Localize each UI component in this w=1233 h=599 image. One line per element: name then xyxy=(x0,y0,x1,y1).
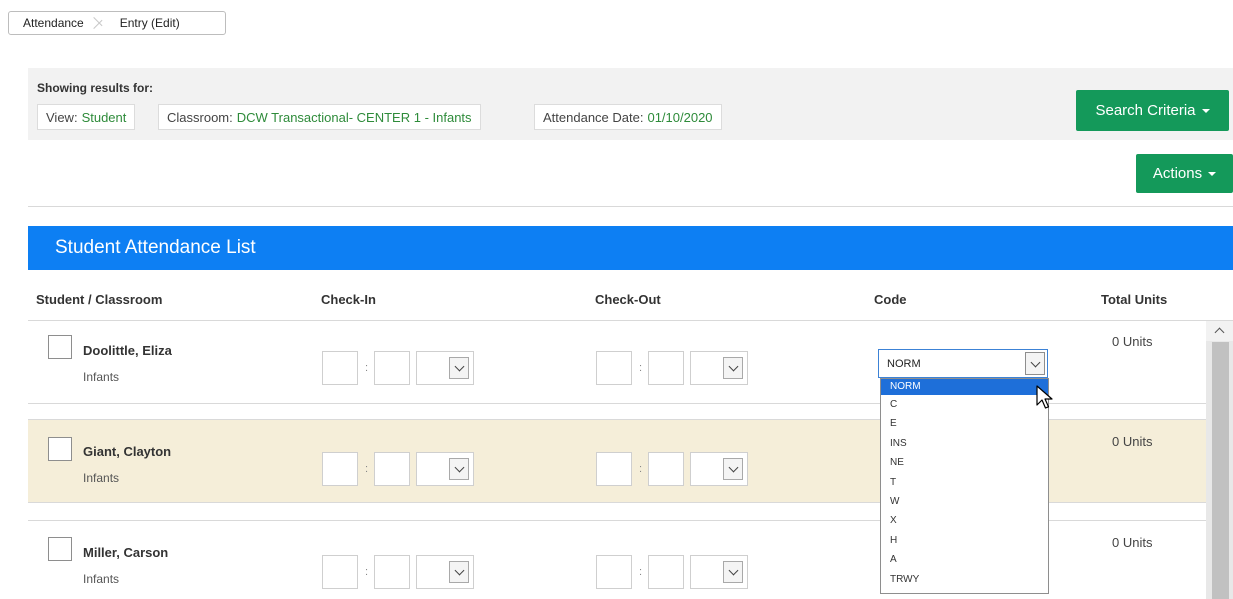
row-select-checkbox[interactable] xyxy=(48,537,72,561)
chip-key: Attendance Date: xyxy=(543,109,644,125)
student-classroom: Infants xyxy=(83,471,120,485)
scrollbar-thumb[interactable] xyxy=(1212,342,1229,599)
search-criteria-label: Search Criteria xyxy=(1095,102,1196,119)
check-out-hour-input[interactable] xyxy=(596,555,632,589)
column-header-check-out: Check-Out xyxy=(595,292,661,307)
divider xyxy=(28,502,1233,503)
check-in-minute-input[interactable] xyxy=(374,452,410,486)
chevron-down-icon xyxy=(1025,352,1045,375)
check-out-hour-input[interactable] xyxy=(596,351,632,385)
check-in-ampm-select[interactable] xyxy=(416,452,474,486)
time-colon: : xyxy=(365,463,369,475)
chip-value: Student xyxy=(81,109,127,125)
check-out-ampm-select[interactable] xyxy=(690,452,748,486)
caret-down-icon xyxy=(1201,108,1210,113)
total-units: 0 Units xyxy=(1112,535,1153,550)
search-results-bar: Showing results for: View: Student Classr… xyxy=(28,68,1233,140)
filter-chip-view: View: Student xyxy=(37,104,136,130)
check-out-hour-input[interactable] xyxy=(596,452,632,486)
check-out-minute-input[interactable] xyxy=(648,351,684,385)
check-in-hour-input[interactable] xyxy=(322,351,358,385)
code-option-x[interactable]: X xyxy=(881,511,1048,530)
time-colon: : xyxy=(639,463,643,475)
chevron-up-icon xyxy=(1214,327,1225,338)
divider xyxy=(28,206,1233,207)
breadcrumb-item-entry-edit[interactable]: Entry (Edit) xyxy=(106,12,190,34)
chip-value: DCW Transactional- CENTER 1 - Infants xyxy=(236,109,472,125)
check-out-minute-input[interactable] xyxy=(648,452,684,486)
code-option-trwy[interactable]: TRWY xyxy=(881,570,1048,589)
check-in-minute-input[interactable] xyxy=(374,351,410,385)
check-out-ampm-select[interactable] xyxy=(690,555,748,589)
total-units: 0 Units xyxy=(1112,434,1153,449)
student-classroom: Infants xyxy=(83,572,120,586)
scroll-up-button[interactable] xyxy=(1206,321,1233,341)
actions-button[interactable]: Actions xyxy=(1136,154,1233,193)
chip-key: View: xyxy=(46,109,78,125)
column-header-code: Code xyxy=(874,292,907,307)
filter-chip-attendance-date: Attendance Date: 01/10/2020 xyxy=(534,104,722,130)
chip-key: Classroom: xyxy=(167,109,233,125)
row-select-checkbox[interactable] xyxy=(48,437,72,461)
check-in-minute-input[interactable] xyxy=(374,555,410,589)
code-dropdown-list: NORM C E INS NE T W X H A TRWY xyxy=(880,378,1049,594)
code-option-a[interactable]: A xyxy=(881,550,1048,569)
column-header-check-in: Check-In xyxy=(321,292,376,307)
code-select[interactable]: NORM xyxy=(878,349,1048,378)
code-option-e[interactable]: E xyxy=(881,414,1048,433)
column-header-student: Student / Classroom xyxy=(36,292,163,307)
row-select-checkbox[interactable] xyxy=(48,335,72,359)
actions-label: Actions xyxy=(1152,165,1203,182)
student-name[interactable]: Miller, Carson xyxy=(83,545,168,560)
time-colon: : xyxy=(639,362,643,374)
check-out-ampm-select[interactable] xyxy=(690,351,748,385)
check-out-minute-input[interactable] xyxy=(648,555,684,589)
code-option-ins[interactable]: INS xyxy=(881,434,1048,453)
showing-results-label: Showing results for: xyxy=(37,81,154,95)
code-option-h[interactable]: H xyxy=(881,531,1048,550)
code-option-ne[interactable]: NE xyxy=(881,453,1048,472)
student-name[interactable]: Giant, Clayton xyxy=(83,444,171,459)
check-in-ampm-select[interactable] xyxy=(416,555,474,589)
chevron-down-icon xyxy=(723,458,743,480)
chevron-down-icon xyxy=(723,357,743,379)
time-colon: : xyxy=(639,566,643,578)
mouse-pointer-icon xyxy=(1036,385,1053,409)
breadcrumb: Attendance Entry (Edit) xyxy=(8,11,226,35)
total-units: 0 Units xyxy=(1112,334,1153,349)
list-title: Student Attendance List xyxy=(55,237,256,258)
code-option-norm[interactable]: NORM xyxy=(881,379,1048,395)
filter-chip-classroom: Classroom: DCW Transactional- CENTER 1 - … xyxy=(158,104,481,130)
time-colon: : xyxy=(365,362,369,374)
code-option-t[interactable]: T xyxy=(881,473,1048,492)
breadcrumb-separator xyxy=(94,12,106,34)
breadcrumb-item-attendance[interactable]: Attendance xyxy=(9,12,94,34)
caret-down-icon xyxy=(1208,171,1217,176)
code-select-value: NORM xyxy=(887,357,921,370)
chevron-down-icon xyxy=(723,561,743,583)
chevron-down-icon xyxy=(449,458,469,480)
chip-value: 01/10/2020 xyxy=(647,109,713,125)
chevron-down-icon xyxy=(449,561,469,583)
check-in-hour-input[interactable] xyxy=(322,452,358,486)
check-in-ampm-select[interactable] xyxy=(416,351,474,385)
check-in-hour-input[interactable] xyxy=(322,555,358,589)
code-option-w[interactable]: W xyxy=(881,492,1048,511)
student-name[interactable]: Doolittle, Eliza xyxy=(83,343,172,358)
chevron-down-icon xyxy=(449,357,469,379)
student-attendance-list-header: Student Attendance List xyxy=(28,226,1233,270)
student-classroom: Infants xyxy=(83,370,120,384)
search-criteria-button[interactable]: Search Criteria xyxy=(1076,90,1229,131)
time-colon: : xyxy=(365,566,369,578)
column-header-total-units: Total Units xyxy=(1101,292,1168,307)
code-option-c[interactable]: C xyxy=(881,395,1048,414)
